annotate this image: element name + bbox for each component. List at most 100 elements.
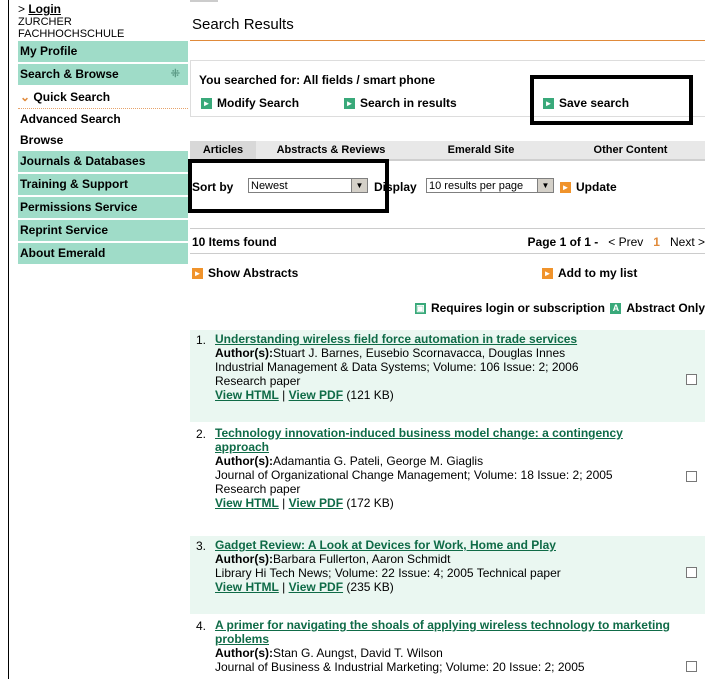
- result-number: 3.: [196, 539, 207, 553]
- search-in-results-link[interactable]: ► Search in results: [344, 96, 457, 110]
- source: Journal of Organizational Change Managem…: [215, 468, 613, 482]
- view-pdf-link[interactable]: View PDF: [289, 496, 343, 510]
- result-title-link[interactable]: A primer for navigating the shoals of ap…: [215, 618, 670, 646]
- update-button[interactable]: ► Update: [560, 180, 617, 194]
- login-link[interactable]: Login: [28, 2, 61, 16]
- highlight-box-sort: [188, 159, 389, 213]
- arrow-right-icon: ►: [344, 97, 355, 109]
- authors: Stan G. Aungst, David T. Wilson: [272, 646, 443, 660]
- top-rule: [190, 0, 218, 2]
- results-list: 1. Understanding wireless field force au…: [190, 328, 705, 696]
- result-title-link[interactable]: Understanding wireless field force autom…: [215, 332, 577, 346]
- searched-for-text: You searched for: All fields / smart pho…: [199, 73, 436, 87]
- sidebar-item-reprint-service[interactable]: Reprint Service: [18, 220, 188, 243]
- sidebar-item-label: Journals & Databases: [20, 154, 146, 168]
- arrow-right-icon: ►: [192, 267, 203, 279]
- sidebar-item-label: Reprint Service: [20, 223, 109, 237]
- page-info: Page 1 of 1 -: [527, 235, 599, 249]
- paper-type: Research paper: [215, 374, 301, 388]
- add-to-list-link[interactable]: ► Add to my list: [542, 266, 637, 280]
- result-title-link[interactable]: Technology innovation-induced business m…: [215, 426, 623, 454]
- select-checkbox[interactable]: [686, 567, 697, 578]
- tab-articles[interactable]: Articles: [190, 141, 256, 159]
- show-abstracts-link[interactable]: ► Show Abstracts: [192, 266, 298, 280]
- items-found-text: 10 Items found: [192, 235, 277, 249]
- sidebar-item-advanced-search[interactable]: Advanced Search: [18, 109, 188, 130]
- result-tabs: Articles Abstracts & Reviews Emerald Sit…: [190, 141, 705, 161]
- add-to-list-label: Add to my list: [558, 266, 638, 280]
- divider: [190, 253, 705, 254]
- file-size: (235 KB): [346, 580, 394, 594]
- institution-line2: FACHHOCHSCHULE: [18, 28, 125, 40]
- institution-line1: ZURCHER: [18, 16, 72, 28]
- authors-label: Author(s):: [215, 552, 273, 566]
- select-checkbox[interactable]: [686, 661, 697, 672]
- tab-emerald-site[interactable]: Emerald Site: [406, 141, 556, 159]
- abstract-only-text: Abstract Only: [626, 301, 705, 315]
- modify-search-link[interactable]: ► Modify Search: [201, 96, 299, 110]
- arrow-right-icon: ►: [201, 97, 212, 109]
- list-item: 2. Technology innovation-induced busines…: [190, 422, 705, 534]
- update-label: Update: [576, 180, 617, 194]
- link-separator: |: [278, 580, 289, 594]
- requires-login-text: Requires login or subscription: [430, 301, 605, 315]
- display-select[interactable]: 10 results per page ▼: [426, 178, 554, 193]
- authors-label: Author(s):: [215, 646, 273, 660]
- highlight-box-save-search: [530, 75, 693, 125]
- display-select-value: 10 results per page: [429, 180, 524, 192]
- page-title: Search Results: [192, 16, 294, 33]
- access-legend: ▣ Requires login or subscription A Abstr…: [414, 301, 705, 315]
- view-html-link[interactable]: View HTML: [215, 496, 279, 510]
- sidebar-item-label: Search & Browse: [20, 67, 119, 81]
- sidebar-item-label: My Profile: [20, 44, 78, 58]
- divider: [190, 228, 705, 229]
- select-checkbox[interactable]: [686, 471, 697, 482]
- file-size: (121 KB): [346, 388, 394, 402]
- view-pdf-link[interactable]: View PDF: [289, 580, 343, 594]
- tab-other-content[interactable]: Other Content: [556, 141, 705, 159]
- view-html-link[interactable]: View HTML: [215, 388, 279, 402]
- tab-abstracts-reviews[interactable]: Abstracts & Reviews: [256, 141, 406, 159]
- left-border-line: [8, 0, 9, 679]
- sidebar-item-my-profile[interactable]: My Profile: [18, 41, 188, 64]
- result-number: 4.: [196, 619, 207, 633]
- sidebar-item-about-emerald[interactable]: About Emerald: [18, 243, 188, 266]
- login-row: > Login: [18, 0, 188, 16]
- sidebar-item-label: About Emerald: [20, 246, 106, 260]
- paper-type: Research paper: [215, 482, 301, 496]
- sidebar-item-label: Advanced Search: [20, 112, 121, 126]
- login-prefix: >: [18, 2, 29, 16]
- show-abstracts-label: Show Abstracts: [208, 266, 299, 280]
- modify-search-label: Modify Search: [217, 96, 300, 110]
- drag-grip-icon: ⁜: [170, 68, 180, 80]
- result-number: 2.: [196, 427, 207, 441]
- source: Journal of Business & Industrial Marketi…: [215, 660, 585, 674]
- sidebar-item-permissions-service[interactable]: Permissions Service: [18, 197, 188, 220]
- current-page: 1: [653, 235, 660, 249]
- authors-label: Author(s):: [215, 454, 273, 468]
- arrow-right-icon: ►: [560, 181, 571, 193]
- sidebar-item-training-support[interactable]: Training & Support: [18, 174, 188, 197]
- sidebar-item-search-browse[interactable]: Search & Browse ⁜: [18, 64, 188, 87]
- sidebar-item-browse[interactable]: Browse: [18, 130, 188, 151]
- list-item: 4. A primer for navigating the shoals of…: [190, 614, 705, 696]
- select-checkbox[interactable]: [686, 374, 697, 385]
- sidebar-item-quick-search[interactable]: ⌄ Quick Search: [18, 87, 188, 109]
- sidebar-item-journals-databases[interactable]: Journals & Databases: [18, 151, 188, 174]
- link-separator: |: [278, 388, 289, 402]
- next-link[interactable]: Next >: [670, 235, 705, 249]
- authors: Adamantia G. Pateli, George M. Giaglis: [272, 454, 484, 468]
- authors-label: Author(s):: [215, 346, 273, 360]
- result-title-link[interactable]: Gadget Review: A Look at Devices for Wor…: [215, 538, 556, 552]
- prev-link[interactable]: < Prev: [608, 235, 643, 249]
- source: Industrial Management & Data Systems; Vo…: [215, 360, 579, 374]
- result-number: 1.: [196, 333, 207, 347]
- authors: Barbara Fullerton, Aaron Schmidt: [272, 552, 451, 566]
- view-html-link[interactable]: View HTML: [215, 580, 279, 594]
- source: Library Hi Tech News; Volume: 22 Issue: …: [215, 566, 561, 580]
- sidebar-item-label: Permissions Service: [20, 200, 138, 214]
- list-item: 3. Gadget Review: A Look at Devices for …: [190, 534, 705, 614]
- dropdown-arrow-icon: ▼: [537, 179, 553, 192]
- authors: Stuart J. Barnes, Eusebio Scornavacca, D…: [272, 346, 566, 360]
- view-pdf-link[interactable]: View PDF: [289, 388, 343, 402]
